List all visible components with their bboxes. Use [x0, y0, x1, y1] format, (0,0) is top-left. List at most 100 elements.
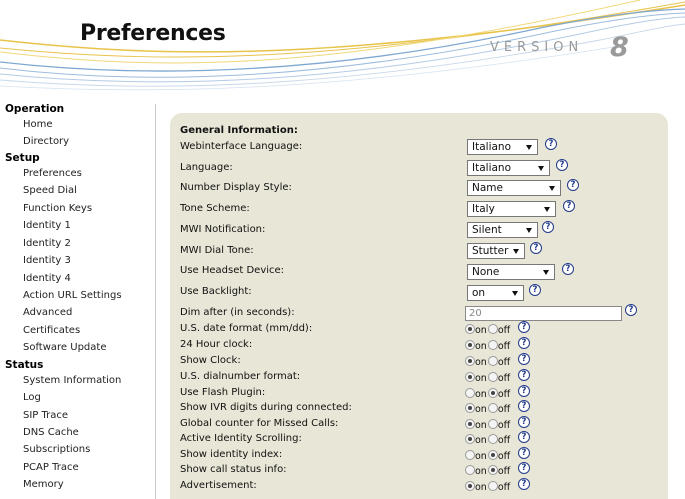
radio-on[interactable]: [465, 465, 475, 475]
radio-on[interactable]: [465, 324, 475, 334]
select-value: Silent: [472, 224, 502, 236]
section-title-general-information: General Information:: [180, 125, 298, 136]
help-icon[interactable]: ?: [542, 221, 554, 233]
help-icon[interactable]: ?: [518, 321, 530, 333]
radio-on[interactable]: [465, 434, 475, 444]
radio-off-label: off: [497, 404, 511, 415]
help-icon[interactable]: ?: [529, 284, 541, 296]
radio-group-global-counter-for-missed-calls: on off: [465, 419, 511, 432]
help-icon[interactable]: ?: [545, 138, 557, 150]
label-use-backlight: Use Backlight:: [180, 286, 252, 297]
sidebar-item-sip-trace[interactable]: SIP Trace: [23, 410, 68, 421]
select-use-headset-device[interactable]: None: [467, 264, 555, 280]
radio-off[interactable]: [487, 388, 498, 398]
radio-on[interactable]: [465, 403, 475, 413]
sidebar-item-speed-dial[interactable]: Speed Dial: [23, 185, 77, 196]
chevron-down-icon: [526, 228, 532, 233]
label-advertisement: Advertisement:: [180, 480, 257, 491]
sidebar-item-log[interactable]: Log: [23, 392, 41, 403]
help-icon[interactable]: ?: [518, 385, 530, 397]
help-icon[interactable]: ?: [562, 263, 574, 275]
sidebar-item-identity-4[interactable]: Identity 4: [23, 273, 71, 284]
radio-on[interactable]: [465, 388, 475, 398]
label-mwi-notification: MWI Notification:: [180, 224, 266, 235]
sidebar-item-dns-cache[interactable]: DNS Cache: [23, 427, 79, 438]
label-u-s-dialnumber-format: U.S. dialnumber format:: [180, 371, 301, 382]
select-value: Italy: [472, 203, 495, 215]
sidebar-item-identity-2[interactable]: Identity 2: [23, 238, 71, 249]
select-use-backlight[interactable]: on: [467, 285, 524, 301]
help-icon[interactable]: ?: [518, 447, 530, 459]
radio-off-label: off: [497, 373, 511, 384]
radio-off[interactable]: [487, 434, 498, 444]
radio-on[interactable]: [465, 450, 475, 460]
help-icon[interactable]: ?: [567, 179, 579, 191]
radio-group-show-identity-index: on off: [465, 450, 511, 463]
radio-off[interactable]: [487, 450, 498, 460]
radio-on-label: on: [475, 341, 487, 352]
help-icon[interactable]: ?: [556, 159, 568, 171]
radio-on-label: on: [475, 435, 487, 446]
radio-on[interactable]: [465, 481, 475, 491]
header: Preferences VERSION 8: [0, 0, 685, 98]
sidebar-item-preferences[interactable]: Preferences: [23, 168, 82, 179]
radio-off[interactable]: [487, 356, 498, 366]
help-icon[interactable]: ?: [518, 353, 530, 365]
sidebar-item-pcap-trace[interactable]: PCAP Trace: [23, 462, 79, 473]
version-number: 8: [610, 32, 629, 63]
sidebar-item-subscriptions[interactable]: Subscriptions: [23, 444, 90, 455]
sidebar-item-home[interactable]: Home: [23, 119, 53, 130]
chevron-down-icon: [544, 207, 550, 212]
help-icon[interactable]: ?: [518, 431, 530, 443]
help-icon[interactable]: ?: [518, 369, 530, 381]
sidebar-item-action-url-settings[interactable]: Action URL Settings: [23, 290, 122, 301]
sidebar-item-system-information[interactable]: System Information: [23, 375, 121, 386]
sidebar-item-function-keys[interactable]: Function Keys: [23, 203, 92, 214]
sidebar-item-identity-3[interactable]: Identity 3: [23, 255, 71, 266]
radio-on[interactable]: [465, 356, 475, 366]
select-tone-scheme[interactable]: Italy: [467, 201, 556, 217]
select-webinterface-language[interactable]: Italiano: [467, 139, 538, 155]
select-value: Italiano: [472, 141, 511, 153]
select-number-display-style[interactable]: Name: [467, 180, 561, 196]
help-icon[interactable]: ?: [518, 462, 530, 474]
sidebar-item-advanced[interactable]: Advanced: [23, 307, 72, 318]
sidebar-item-certificates[interactable]: Certificates: [23, 325, 80, 336]
radio-off-label: off: [497, 466, 511, 477]
select-mwi-dial-tone[interactable]: Stutter: [467, 243, 525, 259]
sidebar-item-memory[interactable]: Memory: [23, 479, 64, 490]
dim-after-input[interactable]: 20: [465, 306, 622, 321]
radio-on-label: on: [475, 466, 487, 477]
select-value: None: [472, 266, 500, 278]
radio-group-u-s-date-format-mm-dd: on off: [465, 324, 511, 337]
help-icon[interactable]: ?: [563, 200, 575, 212]
radio-off[interactable]: [487, 465, 498, 475]
help-icon[interactable]: ?: [518, 337, 530, 349]
sidebar-section-status: Status: [5, 359, 44, 371]
radio-off[interactable]: [487, 324, 498, 334]
radio-off[interactable]: [487, 481, 498, 491]
radio-on[interactable]: [465, 340, 475, 350]
radio-group-advertisement: on off: [465, 481, 511, 494]
select-mwi-notification[interactable]: Silent: [467, 222, 538, 238]
sidebar-item-identity-1[interactable]: Identity 1: [23, 220, 71, 231]
radio-off[interactable]: [487, 403, 498, 413]
radio-off-label: off: [497, 435, 511, 446]
select-value: Stutter: [472, 245, 509, 257]
radio-on[interactable]: [465, 372, 475, 382]
help-icon[interactable]: ?: [625, 304, 637, 316]
sidebar-divider: [155, 104, 156, 499]
sidebar-item-software-update[interactable]: Software Update: [23, 342, 106, 353]
radio-off[interactable]: [487, 340, 498, 350]
help-icon[interactable]: ?: [518, 478, 530, 490]
radio-on-label: on: [475, 451, 487, 462]
select-language[interactable]: Italiano: [467, 160, 550, 176]
sidebar-item-directory[interactable]: Directory: [23, 136, 69, 147]
radio-on[interactable]: [465, 419, 475, 429]
radio-off[interactable]: [487, 372, 498, 382]
help-icon[interactable]: ?: [518, 400, 530, 412]
help-icon[interactable]: ?: [530, 242, 542, 254]
help-icon[interactable]: ?: [518, 416, 530, 428]
radio-on-label: on: [475, 482, 487, 493]
radio-off[interactable]: [487, 419, 498, 429]
